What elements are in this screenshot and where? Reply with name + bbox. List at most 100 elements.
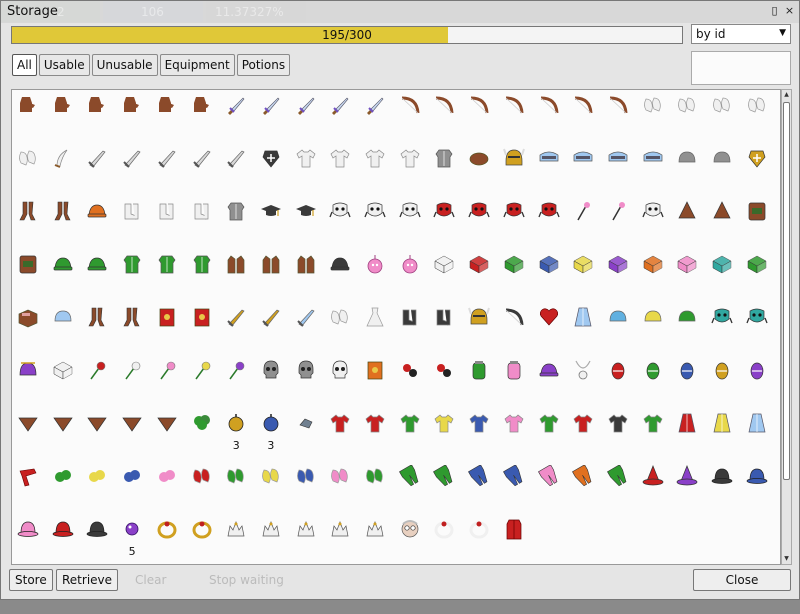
storage-slot[interactable] bbox=[118, 462, 146, 490]
storage-slot[interactable] bbox=[188, 356, 216, 384]
storage-slot[interactable] bbox=[49, 356, 77, 384]
storage-slot[interactable] bbox=[14, 356, 42, 384]
storage-slot[interactable] bbox=[569, 144, 597, 172]
storage-slot[interactable] bbox=[118, 91, 146, 119]
title-bar[interactable]: 2 106 11.37327% Storage ▯ × bbox=[1, 1, 799, 23]
storage-slot[interactable] bbox=[708, 356, 736, 384]
storage-slot[interactable] bbox=[361, 356, 389, 384]
storage-slot[interactable] bbox=[396, 250, 424, 278]
storage-slot[interactable] bbox=[465, 197, 493, 225]
storage-slot[interactable] bbox=[500, 91, 528, 119]
storage-slot[interactable] bbox=[430, 356, 458, 384]
stop-waiting-button[interactable]: Stop waiting bbox=[203, 569, 290, 591]
sort-dropdown-list[interactable] bbox=[691, 51, 791, 85]
storage-slot[interactable] bbox=[257, 91, 285, 119]
storage-slot[interactable] bbox=[153, 356, 181, 384]
storage-slot[interactable] bbox=[535, 250, 563, 278]
storage-slot[interactable] bbox=[14, 91, 42, 119]
storage-slot[interactable] bbox=[188, 462, 216, 490]
storage-slot[interactable] bbox=[430, 144, 458, 172]
storage-slot[interactable] bbox=[326, 462, 354, 490]
tab-potions[interactable]: Potions bbox=[236, 54, 291, 76]
storage-slot[interactable] bbox=[49, 409, 77, 437]
storage-slot[interactable] bbox=[326, 144, 354, 172]
storage-slot[interactable] bbox=[118, 356, 146, 384]
storage-slot[interactable] bbox=[604, 303, 632, 331]
storage-slot[interactable] bbox=[465, 144, 493, 172]
storage-slot[interactable] bbox=[743, 303, 771, 331]
storage-slot[interactable] bbox=[292, 91, 320, 119]
storage-slot[interactable] bbox=[465, 356, 493, 384]
storage-slot[interactable] bbox=[673, 303, 701, 331]
storage-slot[interactable] bbox=[118, 144, 146, 172]
storage-slot[interactable] bbox=[673, 144, 701, 172]
storage-slot[interactable] bbox=[743, 144, 771, 172]
storage-slot[interactable] bbox=[604, 409, 632, 437]
storage-slot[interactable] bbox=[14, 197, 42, 225]
retrieve-button[interactable]: Retrieve bbox=[56, 569, 119, 591]
tab-equipment[interactable]: Equipment bbox=[159, 54, 235, 76]
storage-slot[interactable] bbox=[361, 250, 389, 278]
storage-slot[interactable] bbox=[743, 462, 771, 490]
storage-slot[interactable] bbox=[465, 91, 493, 119]
storage-slot[interactable] bbox=[326, 303, 354, 331]
storage-slot[interactable] bbox=[118, 250, 146, 278]
storage-slot[interactable] bbox=[430, 91, 458, 119]
scroll-up-icon[interactable]: ▲ bbox=[782, 90, 791, 100]
storage-slot[interactable] bbox=[500, 409, 528, 437]
storage-slot[interactable] bbox=[673, 356, 701, 384]
store-button[interactable]: Store bbox=[9, 569, 53, 591]
storage-slot[interactable] bbox=[188, 197, 216, 225]
storage-slot[interactable] bbox=[49, 515, 77, 543]
storage-slot[interactable] bbox=[257, 462, 285, 490]
storage-slot[interactable] bbox=[14, 462, 42, 490]
storage-slot[interactable] bbox=[153, 303, 181, 331]
storage-slot[interactable] bbox=[430, 409, 458, 437]
storage-slot[interactable] bbox=[535, 144, 563, 172]
storage-slot[interactable] bbox=[14, 303, 42, 331]
storage-slot[interactable] bbox=[292, 144, 320, 172]
storage-slot[interactable] bbox=[222, 303, 250, 331]
storage-slot[interactable]: 5 bbox=[118, 515, 146, 558]
storage-slot[interactable] bbox=[83, 515, 111, 543]
storage-slot[interactable] bbox=[673, 462, 701, 490]
storage-slot[interactable] bbox=[326, 91, 354, 119]
storage-slot[interactable] bbox=[153, 91, 181, 119]
storage-slot[interactable] bbox=[188, 303, 216, 331]
storage-slot[interactable] bbox=[49, 303, 77, 331]
storage-slot[interactable]: 3 bbox=[222, 409, 250, 452]
storage-slot[interactable] bbox=[49, 462, 77, 490]
storage-slot[interactable] bbox=[673, 197, 701, 225]
storage-slot[interactable] bbox=[257, 250, 285, 278]
storage-slot[interactable] bbox=[83, 356, 111, 384]
storage-slot[interactable] bbox=[361, 409, 389, 437]
storage-slot[interactable] bbox=[83, 409, 111, 437]
storage-slot[interactable] bbox=[83, 462, 111, 490]
storage-slot[interactable] bbox=[708, 197, 736, 225]
storage-slot[interactable] bbox=[83, 197, 111, 225]
storage-slot[interactable] bbox=[569, 197, 597, 225]
storage-slot[interactable] bbox=[326, 409, 354, 437]
storage-slot[interactable] bbox=[153, 144, 181, 172]
storage-slot[interactable] bbox=[396, 197, 424, 225]
storage-slot[interactable] bbox=[500, 356, 528, 384]
storage-slot[interactable] bbox=[708, 91, 736, 119]
storage-slot[interactable] bbox=[639, 356, 667, 384]
storage-slot[interactable] bbox=[500, 303, 528, 331]
storage-slot[interactable] bbox=[500, 462, 528, 490]
storage-slot[interactable] bbox=[535, 409, 563, 437]
storage-slot[interactable] bbox=[292, 250, 320, 278]
tab-usable[interactable]: Usable bbox=[38, 54, 90, 76]
storage-slot[interactable] bbox=[743, 356, 771, 384]
storage-slot[interactable] bbox=[153, 250, 181, 278]
storage-slot[interactable] bbox=[465, 515, 493, 543]
tab-unusable[interactable]: Unusable bbox=[91, 54, 158, 76]
storage-slot[interactable] bbox=[326, 250, 354, 278]
storage-slot[interactable] bbox=[257, 356, 285, 384]
storage-slot[interactable] bbox=[465, 462, 493, 490]
storage-slot[interactable] bbox=[396, 144, 424, 172]
storage-slot[interactable] bbox=[604, 197, 632, 225]
storage-slot[interactable] bbox=[430, 462, 458, 490]
storage-slot[interactable] bbox=[673, 250, 701, 278]
storage-slot[interactable] bbox=[153, 462, 181, 490]
